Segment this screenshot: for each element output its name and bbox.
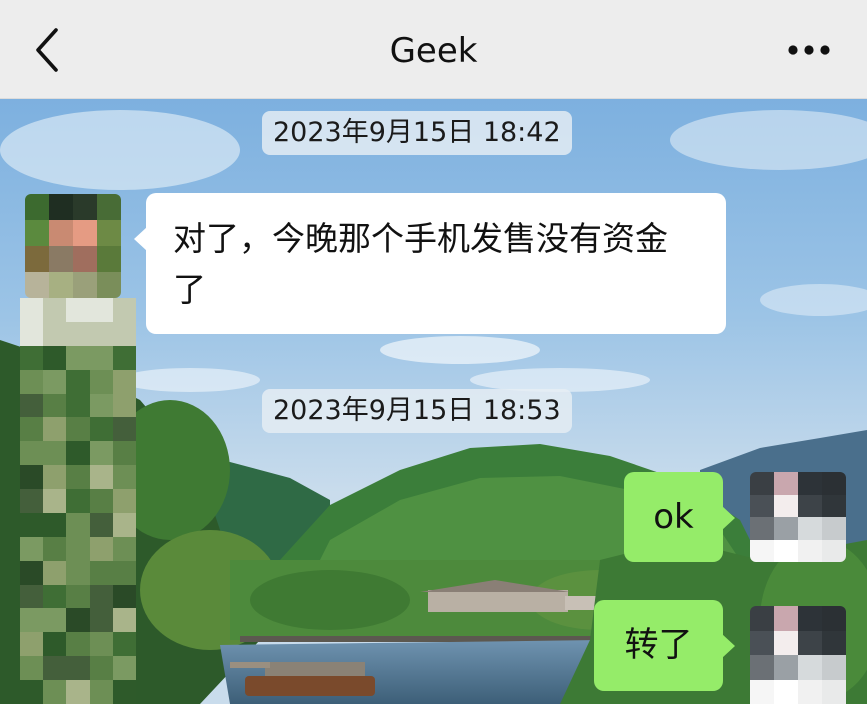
message-timestamp: 2023年9月15日 18:42 — [262, 111, 572, 155]
pixelated-background-strip — [20, 298, 136, 704]
contact-avatar[interactable] — [25, 194, 121, 298]
incoming-message-bubble[interactable]: 对了，今晚那个手机发售没有资金了 — [134, 193, 726, 334]
user-avatar[interactable] — [750, 606, 846, 704]
chat-title: Geek — [389, 31, 478, 71]
more-options-button[interactable] — [785, 32, 833, 68]
chat-screen: Geek 2023年9月15日 18:42 对了，今晚那个手机发售没有资金了 2… — [0, 0, 867, 704]
more-horizontal-icon — [788, 45, 830, 55]
outgoing-message-bubble[interactable]: ok — [624, 472, 735, 562]
message-timestamp: 2023年9月15日 18:53 — [262, 389, 572, 433]
outgoing-message-bubble[interactable]: 转了 — [594, 600, 735, 691]
user-avatar[interactable] — [750, 472, 846, 562]
navigation-bar: Geek — [0, 0, 867, 99]
